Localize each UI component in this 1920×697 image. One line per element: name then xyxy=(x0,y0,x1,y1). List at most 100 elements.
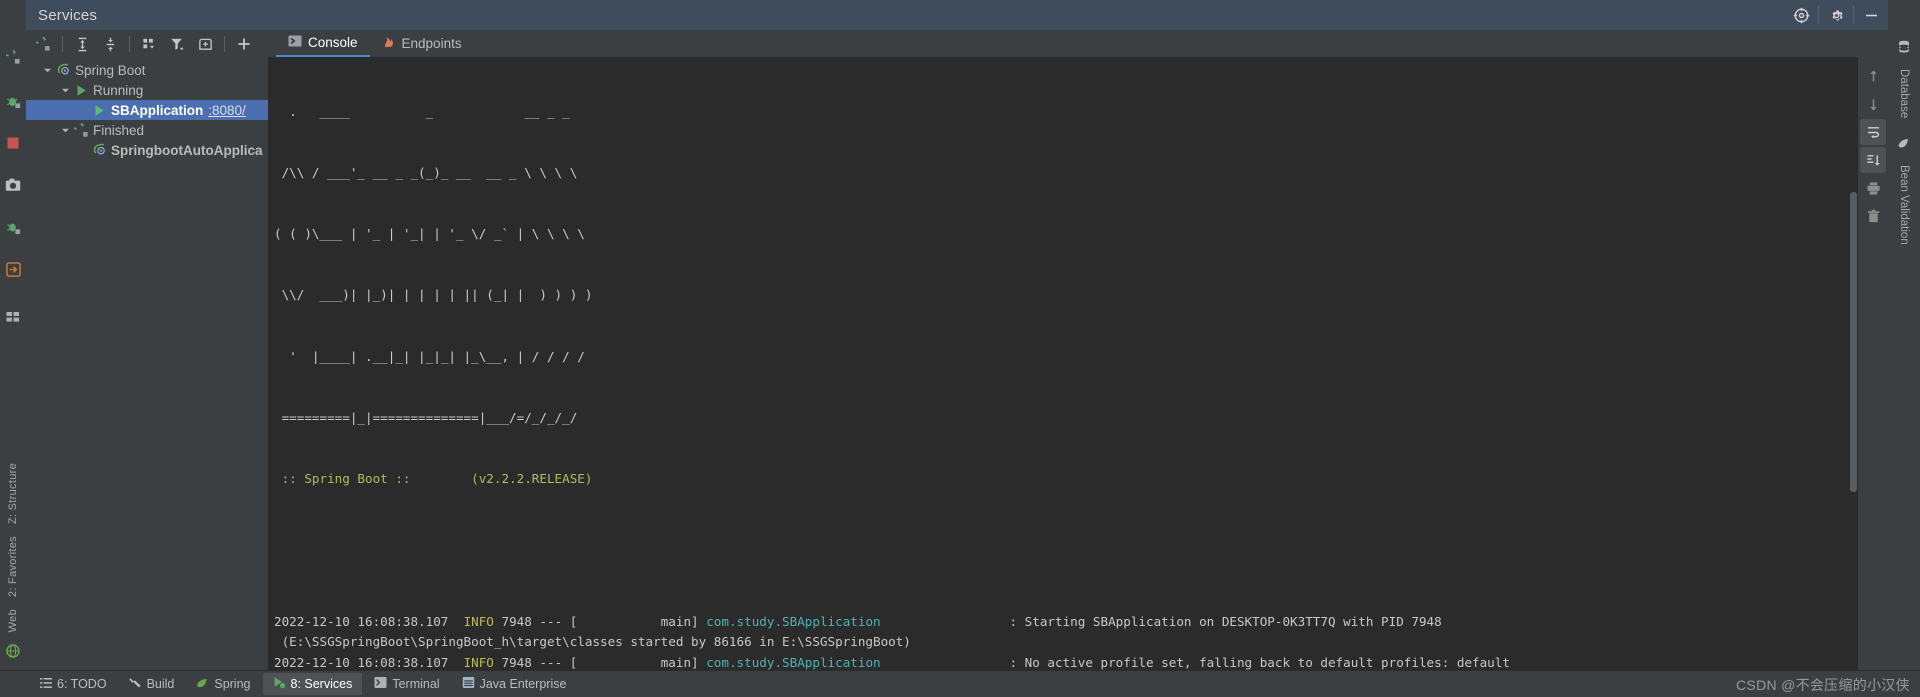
plus-icon[interactable] xyxy=(231,32,257,56)
log-pad xyxy=(881,614,1010,629)
trash-icon[interactable] xyxy=(1860,203,1886,229)
arrow-up-icon[interactable] xyxy=(1860,63,1886,89)
console-column: Console Endpoints . ____ _ __ _ _ /\\ / … xyxy=(268,30,1888,671)
status-item-label: 8: Services xyxy=(290,677,353,691)
left-tool-strip: Z: Structure 2: Favorites Web xyxy=(0,30,26,671)
coverage-icon[interactable] xyxy=(0,214,26,240)
console-plain-line: (E:\SSGSpringBoot\SpringBoot_h\target\cl… xyxy=(274,632,1858,652)
status-item-services[interactable]: 8: Services xyxy=(262,673,363,695)
toolbar-sep-1 xyxy=(62,36,63,52)
globe-icon[interactable] xyxy=(0,638,26,664)
right-dock-label-bean-validation[interactable]: Bean Validation xyxy=(1898,159,1910,251)
status-item-java-enterprise[interactable]: Java Enterprise xyxy=(452,673,577,695)
tab-console[interactable]: Console xyxy=(276,30,370,57)
chevron-down-icon[interactable] xyxy=(40,66,54,75)
tree-node-label: Running xyxy=(93,82,144,98)
arrow-down-icon[interactable] xyxy=(1860,91,1886,117)
endpoints-icon xyxy=(382,35,396,52)
log-pid: 7948 --- [ xyxy=(493,654,578,670)
status-item-label: Spring xyxy=(214,677,251,691)
log-level: INFO xyxy=(463,654,494,670)
filter-icon[interactable] xyxy=(164,32,190,56)
spring-boot-icon xyxy=(90,143,108,158)
tool-label-favorites[interactable]: 2: Favorites xyxy=(7,530,19,603)
status-item-label: Java Enterprise xyxy=(479,677,567,691)
scroll-to-end-icon[interactable] xyxy=(1860,147,1886,173)
right-dock-label-database[interactable]: Database xyxy=(1898,63,1910,124)
tree-node-sbapplication[interactable]: SBApplication :8080/ xyxy=(26,100,268,120)
console-log-line: 2022-12-10 16:08:38.107 INFO 7948 --- [ … xyxy=(274,612,1858,632)
status-item-spring[interactable]: Spring xyxy=(186,673,260,695)
spring-boot-icon xyxy=(54,63,72,78)
services-title-bar: Services xyxy=(0,0,1920,30)
minimize-icon[interactable] xyxy=(1854,0,1888,30)
debug-icon[interactable] xyxy=(0,88,26,114)
title-bar-right-gap xyxy=(1888,0,1920,30)
tree-node-finished[interactable]: Finished xyxy=(26,120,268,140)
rerun-green-icon xyxy=(72,122,90,138)
services-tree[interactable]: Spring Boot Running SBApplication:8080/… xyxy=(26,58,268,670)
status-item-build[interactable]: Build xyxy=(119,673,185,695)
settings-target-icon[interactable] xyxy=(1784,0,1818,30)
chevron-down-icon[interactable] xyxy=(58,86,72,95)
log-message: : Starting SBApplication on DESKTOP-0K3T… xyxy=(1009,613,1442,629)
title-bar-left-gap xyxy=(0,0,26,30)
status-item-terminal[interactable]: Terminal xyxy=(364,673,449,695)
status-item-label: 6: TODO xyxy=(57,677,107,691)
toolbar-sep-3 xyxy=(224,36,225,52)
group-icon[interactable] xyxy=(136,32,162,56)
tree-node-springbootautoapplication[interactable]: SpringbootAutoApplica xyxy=(26,140,268,160)
spring-leaf-icon xyxy=(196,676,209,692)
export-icon[interactable] xyxy=(0,256,26,282)
ide-services-window: Services Z: Structure 2: Favorites Web S… xyxy=(0,0,1920,697)
log-timestamp: 2022-12-10 16:08:38.107 xyxy=(274,613,464,629)
log-timestamp: 2022-12-10 16:08:38.107 xyxy=(274,654,464,670)
toolbar-sep-2 xyxy=(129,36,130,52)
run-green-icon xyxy=(72,84,90,97)
tree-node-label: SBApplication xyxy=(111,102,204,118)
services-toolbar xyxy=(26,30,268,58)
gear-icon[interactable] xyxy=(1819,0,1853,30)
rerun-icon[interactable] xyxy=(30,32,56,56)
expand-all-icon[interactable] xyxy=(69,32,95,56)
log-pad xyxy=(881,655,1010,670)
tree-node-port-link[interactable]: :8080/ xyxy=(208,103,246,118)
banner-line: ' |____| .__|_| |_|_| |_\__, | / / / / xyxy=(274,348,585,364)
collapse-all-icon[interactable] xyxy=(97,32,123,56)
status-item-todo[interactable]: 6: TODO xyxy=(30,673,117,695)
tree-node-label: Finished xyxy=(93,122,145,138)
tree-node-label: SpringbootAutoApplica xyxy=(111,142,263,158)
console-line-text: (E:\SSGSpringBoot\SpringBoot_h\target\cl… xyxy=(274,634,911,650)
stop-icon[interactable] xyxy=(0,130,26,156)
build-hammer-icon xyxy=(128,676,142,692)
database-icon xyxy=(1897,40,1911,59)
rerun-icon[interactable] xyxy=(0,44,26,70)
console-output[interactable]: . ____ _ __ _ _ /\\ / ___'_ __ _ _(_)_ _… xyxy=(268,57,1858,671)
services-pane: Spring Boot Running SBApplication:8080/… xyxy=(26,30,268,671)
tree-node-spring-boot[interactable]: Spring Boot xyxy=(26,60,268,80)
run-green-icon xyxy=(90,104,108,117)
console-gutter-toolbar xyxy=(1858,57,1888,671)
print-icon[interactable] xyxy=(1860,175,1886,201)
log-thread: main] xyxy=(577,654,707,670)
chevron-down-icon[interactable] xyxy=(58,126,72,135)
tool-label-structure[interactable]: Z: Structure xyxy=(7,457,19,530)
soft-wrap-icon[interactable] xyxy=(1860,119,1886,145)
tool-label-web[interactable]: Web xyxy=(7,603,19,638)
page-title: Services xyxy=(38,6,98,24)
tree-node-running[interactable]: Running xyxy=(26,80,268,100)
banner-line: =========|_|==============|___/=/_/_/_/ xyxy=(274,409,578,425)
watermark-text: CSDN @不会压缩的小汉侠 xyxy=(1736,677,1910,693)
console-vertical-scrollbar[interactable] xyxy=(1850,192,1857,492)
tab-endpoints[interactable]: Endpoints xyxy=(370,30,474,57)
tab-label: Endpoints xyxy=(401,36,462,51)
terminal-icon xyxy=(374,676,387,692)
log-logger: com.study.SBApplication xyxy=(706,613,881,629)
services-icon xyxy=(273,676,286,692)
screenshot-icon[interactable] xyxy=(0,172,26,198)
layout-icon[interactable] xyxy=(0,304,26,330)
console-log-list: 2022-12-10 16:08:38.107 INFO 7948 --- [ … xyxy=(274,612,1858,670)
banner-line: . ____ _ __ _ _ xyxy=(274,103,570,119)
add-tab-icon[interactable] xyxy=(192,32,218,56)
bottom-status-bar: 6: TODO Build Spring 8: Services Termina… xyxy=(0,671,1920,697)
